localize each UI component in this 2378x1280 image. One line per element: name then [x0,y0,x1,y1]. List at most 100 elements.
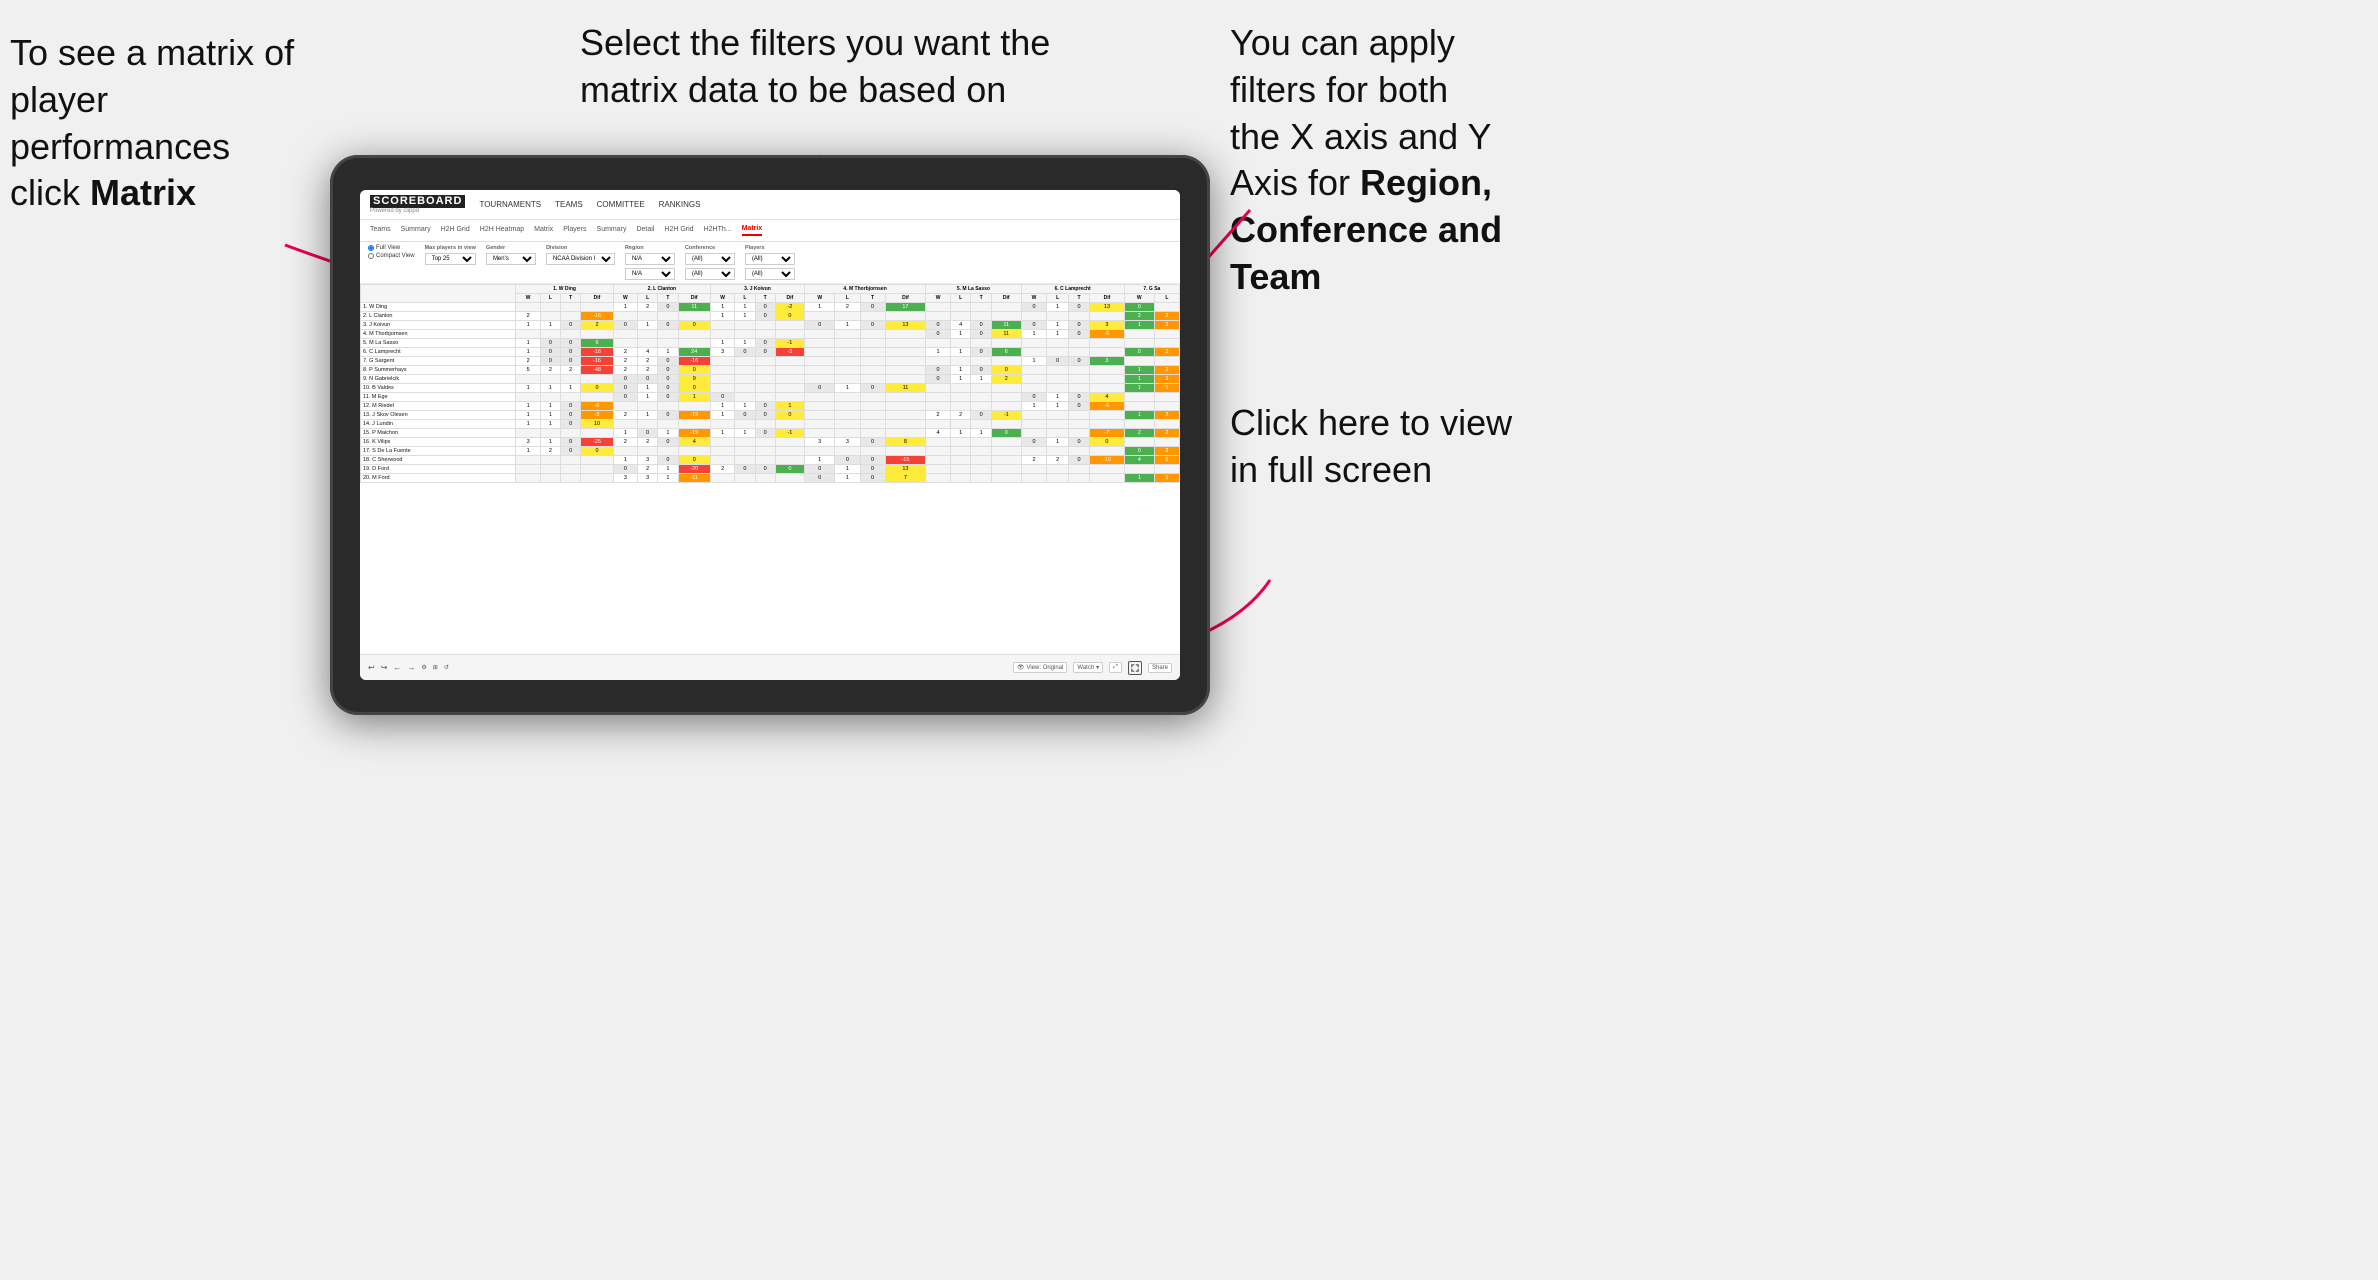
conference-select-y[interactable]: (All) [685,268,735,280]
logo-sub: Powered by clippd [370,208,465,214]
view-original-btn[interactable]: 👁 View: Original [1013,662,1068,673]
full-view-radio[interactable]: Full View [368,245,415,251]
table-row: 3. J Koivun110201000101304011010312 [361,321,1180,330]
annotation-top-left: To see a matrix of player performances c… [10,30,330,217]
tablet-frame: SCOREBOARD Powered by clippd TOURNAMENTS… [330,155,1210,715]
annotation-top-right: You can apply filters for both the X axi… [1230,20,1570,301]
table-row: 9. N Gabrielcik0009011211 [361,375,1180,384]
tablet-screen: SCOREBOARD Powered by clippd TOURNAMENTS… [360,190,1180,680]
tab-h2h-grid[interactable]: H2H Grid [441,226,470,235]
app-header: SCOREBOARD Powered by clippd TOURNAMENTS… [360,190,1180,220]
region-select-y[interactable]: N/A [625,268,675,280]
refresh-icon[interactable]: ↺ [444,664,449,671]
filter-region: Region N/A N/A [625,245,675,280]
row-name: 19. D Ford [361,465,516,474]
row-name: 16. K Vilips [361,438,516,447]
nav-committee[interactable]: COMMITTEE [597,200,645,209]
gender-select[interactable]: Men's [486,253,536,265]
row-name: 8. P Summerhays [361,366,516,375]
row-name: 5. M La Sasso [361,339,516,348]
view-icon: 👁 [1017,664,1025,671]
table-row: 16. K Vilips310-25220433080100 [361,438,1180,447]
division-select[interactable]: NCAA Division I [546,253,615,265]
sub-nav: Teams Summary H2H Grid H2H Heatmap Matri… [360,220,1180,242]
filter-conference: Conference (All) (All) [685,245,735,280]
table-row: 1. W Ding12011110-212017010130 [361,303,1180,312]
players-select-y[interactable]: (All) [745,268,795,280]
row-name: 1. W Ding [361,303,516,312]
row-name: 10. B Valdes [361,384,516,393]
matrix-container[interactable]: 1. W Ding 2. L Clanton 3. J Koivun 4. M … [360,284,1180,658]
max-players-select[interactable]: Top 25 [425,253,476,265]
tab-h2hth[interactable]: H2HTh... [704,226,732,235]
table-row: 15. P Maichon101-19110-14110-722 [361,429,1180,438]
table-row: 17. S De La Fuente120002 [361,447,1180,456]
col-header-5: 5. M La Sasso [926,285,1021,294]
matrix-table: 1. W Ding 2. L Clanton 3. J Koivun 4. M … [360,284,1180,483]
table-row: 12. M Riedel110-61101110-6 [361,402,1180,411]
table-row: 20. M Ford331-11010711 [361,474,1180,483]
row-name: 9. N Gabrielcik [361,375,516,384]
bottom-bar: ↩ ↪ ← → ⚙ ⊞ ↺ 👁 View: Original Watch ▾ ⤢ [360,654,1180,680]
filters-row: Full View Compact View Max players in vi… [360,242,1180,284]
row-name: 4. M Thorbjornsen [361,330,516,339]
col-header-4: 4. M Thorbjornsen [805,285,926,294]
back-icon[interactable]: ← [393,663,401,672]
nav-rankings[interactable]: RANKINGS [659,200,701,209]
nav-tournaments[interactable]: TOURNAMENTS [479,200,541,209]
annotation-top-center: Select the filters you want the matrix d… [580,20,1060,114]
row-name: 7. G Sargent [361,357,516,366]
watch-label: Watch [1077,665,1094,671]
tool-icon[interactable]: ⚙ [421,664,426,671]
tab-h2h-grid2[interactable]: H2H Grid [664,226,693,235]
tab-summary[interactable]: Summary [401,226,431,235]
table-row: 13. J Skov Olesen110-3210-191000220-113 [361,411,1180,420]
row-name: 2. L Clanton [361,312,516,321]
undo-icon[interactable]: ↩ [368,663,375,672]
view-label: View: Original [1026,665,1063,671]
players-select-x[interactable]: (All) [745,253,795,265]
nav-teams[interactable]: TEAMS [555,200,583,209]
row-name: 6. C Lamprecht [361,348,516,357]
table-row: 4. M Thorbjornsen01011110-6 [361,330,1180,339]
col-header-2: 2. L Clanton [613,285,710,294]
conference-select-x[interactable]: (All) [685,253,735,265]
tab-detail[interactable]: Detail [636,226,654,235]
row-name: 3. J Koivun [361,321,516,330]
row-name: 15. P Maichon [361,429,516,438]
tab-matrix-active[interactable]: Matrix [742,225,763,236]
table-row: 14. J Lundin11010 [361,420,1180,429]
filter-max-players: Max players in view Top 25 [425,245,476,265]
table-row: 8. P Summerhays522-482200010012 [361,366,1180,375]
tab-matrix-1[interactable]: Matrix [534,226,553,235]
tab-summary2[interactable]: Summary [597,226,627,235]
row-name: 11. M Ege [361,393,516,402]
grid-icon[interactable]: ⊞ [433,664,438,671]
region-select-x[interactable]: N/A [625,253,675,265]
tab-players[interactable]: Players [563,226,586,235]
compact-view-radio[interactable]: Compact View [368,253,415,259]
table-row: 11. M Ege010100104 [361,393,1180,402]
filter-players: Players (All) (All) [745,245,795,280]
table-row: 18. C Sherwood1300100-15220-1045 [361,456,1180,465]
watch-dropdown-icon: ▾ [1096,664,1099,671]
col-header-6: 6. C Lamprecht [1021,285,1124,294]
redo-icon[interactable]: ↪ [381,663,388,672]
col-header-3: 3. J Koivun [710,285,804,294]
table-row: 19. D Ford021-20200001013 [361,465,1180,474]
table-row: 10. B Valdes111001000101111 [361,384,1180,393]
row-name: 12. M Riedel [361,402,516,411]
annotation-bottom-right: Click here to view in full screen [1230,400,1570,494]
row-name: 17. S De La Fuente [361,447,516,456]
fullscreen-btn[interactable] [1128,661,1142,675]
col-header-1: 1. W Ding [516,285,613,294]
tab-teams[interactable]: Teams [370,226,391,235]
forward-icon[interactable]: → [407,663,415,672]
col-header-7: 7. G Sa [1124,285,1179,294]
tab-h2h-heatmap[interactable]: H2H Heatmap [480,226,524,235]
expand-btn[interactable]: ⤢ [1109,662,1122,673]
logo-text: SCOREBOARD [370,195,465,208]
share-btn[interactable]: Share [1148,663,1172,673]
watch-btn[interactable]: Watch ▾ [1073,662,1103,673]
table-row: 5. M La Sasso1006110-1 [361,339,1180,348]
